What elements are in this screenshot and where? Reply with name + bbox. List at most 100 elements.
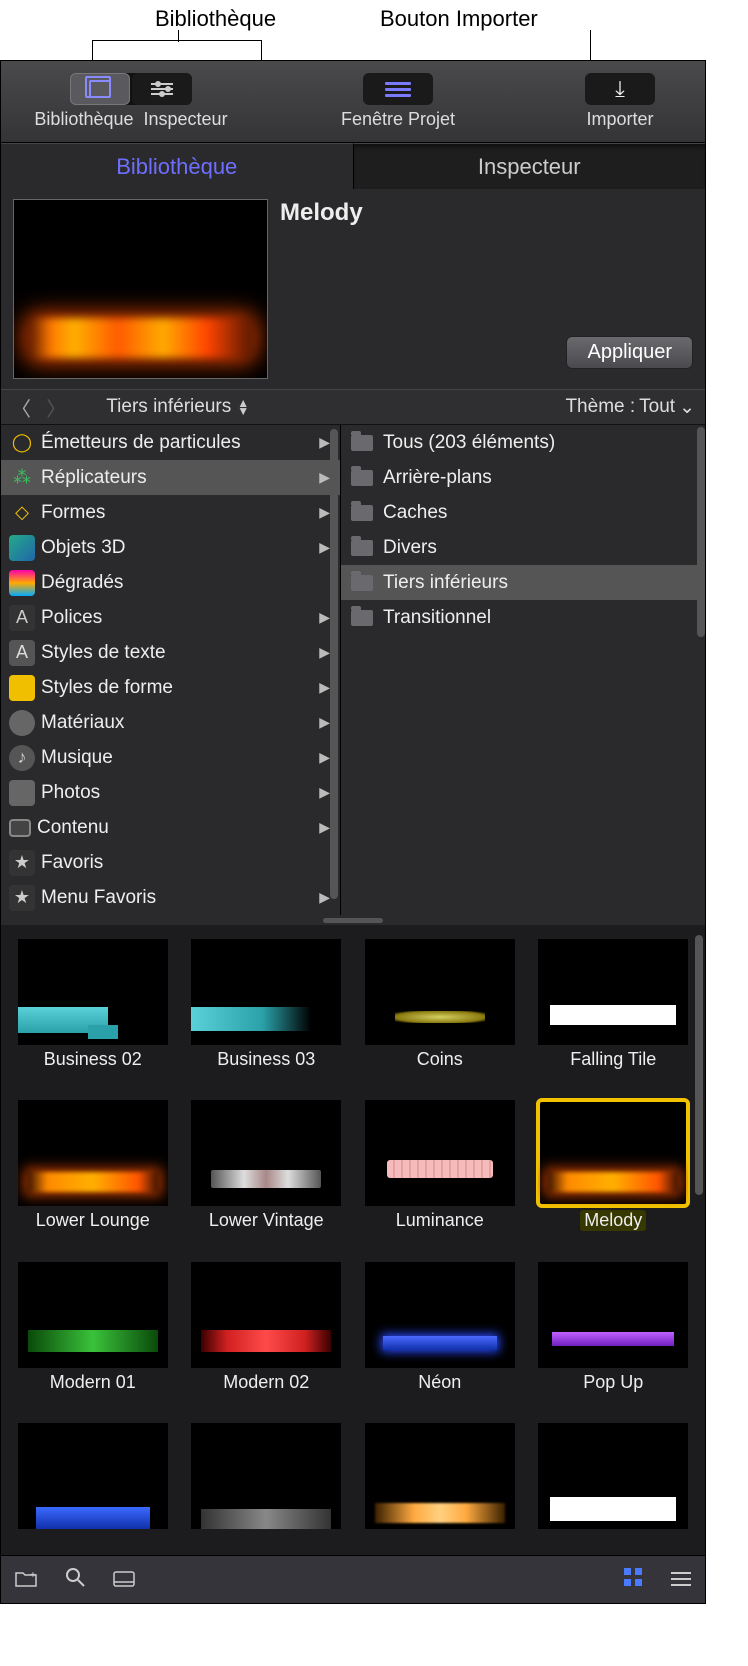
split-handle[interactable] <box>1 915 705 925</box>
grid-item-n-on[interactable]: Néon <box>358 1262 522 1415</box>
folder-tiers-inf-rieurs[interactable]: Tiers inférieurs <box>341 565 705 600</box>
grid-item[interactable] <box>185 1423 349 1555</box>
item-thumbnail <box>538 939 688 1045</box>
tab-library[interactable]: Bibliothèque <box>1 143 353 189</box>
category-styles-de-forme[interactable]: Styles de forme ▶ <box>1 670 340 705</box>
grid-item[interactable] <box>358 1423 522 1555</box>
category-icon: ◯ <box>9 430 35 456</box>
category-polices[interactable]: APolices▶ <box>1 600 340 635</box>
item-label: Business 03 <box>217 1049 315 1070</box>
folder-tous-203-l-ments-[interactable]: Tous (203 éléments) <box>341 425 705 460</box>
item-label: Luminance <box>396 1210 484 1231</box>
category-icon <box>9 535 35 561</box>
category-label: Styles de forme <box>41 677 173 699</box>
item-label: Business 02 <box>44 1049 142 1070</box>
category-icon <box>9 675 35 701</box>
chevron-right-icon: ▶ <box>319 609 330 626</box>
category-objets-3d[interactable]: Objets 3D▶ <box>1 530 340 565</box>
category-mat-riaux[interactable]: Matériaux▶ <box>1 705 340 740</box>
item-thumbnail <box>538 1262 688 1368</box>
category-photos[interactable]: Photos▶ <box>1 775 340 810</box>
category-r-plicateurs[interactable]: ⁂Réplicateurs▶ <box>1 460 340 495</box>
grid-item-business-03[interactable]: Business 03 <box>185 939 349 1092</box>
folder-label: Caches <box>383 502 447 524</box>
grid-item[interactable] <box>532 1423 696 1555</box>
folder-icon <box>351 505 373 521</box>
chevron-right-icon: ▶ <box>319 644 330 661</box>
bin-button[interactable] <box>113 1567 135 1593</box>
folder-icon <box>351 435 373 451</box>
item-label: Lower Vintage <box>209 1210 324 1231</box>
nav-back-button[interactable]: 〈 <box>11 399 31 421</box>
scrollbar[interactable] <box>697 427 705 637</box>
category--metteurs-de-particules[interactable]: ◯ Émetteurs de particules ▶ <box>1 425 340 460</box>
item-thumbnail <box>538 1100 688 1206</box>
item-thumbnail <box>365 939 515 1045</box>
grid-item-lower-lounge[interactable]: Lower Lounge <box>11 1100 175 1253</box>
toolbar-import-label: Importer <box>586 109 653 130</box>
grid-item[interactable] <box>11 1423 175 1555</box>
library-toggle-button[interactable] <box>70 73 130 105</box>
theme-popup[interactable]: Thème : Tout ⌄ <box>565 396 695 419</box>
category-label: Menu Favoris <box>41 887 156 909</box>
category-icon: A <box>9 640 35 666</box>
callout-annotations: Bibliothèque Bouton Importer <box>0 0 748 60</box>
grid-item-falling-tile[interactable]: Falling Tile <box>532 939 696 1092</box>
category-d-grad-s[interactable]: Dégradés <box>1 565 340 600</box>
folder-divers[interactable]: Divers <box>341 530 705 565</box>
item-thumbnail <box>191 1262 341 1368</box>
item-thumbnail <box>365 1423 515 1529</box>
category-favoris[interactable]: ★Favoris <box>1 845 340 880</box>
category-label: Favoris <box>41 852 103 874</box>
apply-button[interactable]: Appliquer <box>566 336 693 369</box>
grid-item-melody[interactable]: Melody <box>532 1100 696 1253</box>
folder-arri-re-plans[interactable]: Arrière-plans <box>341 460 705 495</box>
folder-caches[interactable]: Caches <box>341 495 705 530</box>
grid-view-button[interactable] <box>623 1567 643 1593</box>
category-label: Polices <box>41 607 102 629</box>
grid-item-pop-up[interactable]: Pop Up <box>532 1262 696 1415</box>
items-grid: Business 02 Business 03 CoinsFalling Tile L… <box>1 925 705 1555</box>
nav-forward-button[interactable]: 〉 <box>46 399 66 421</box>
folder-column: Tous (203 éléments)Arrière-plans Caches Di… <box>341 425 705 915</box>
project-window-button[interactable] <box>363 73 433 105</box>
grid-item-luminance[interactable]: Luminance <box>358 1100 522 1253</box>
grid-item-lower-vintage[interactable]: Lower Vintage <box>185 1100 349 1253</box>
grid-item-coins[interactable]: Coins <box>358 939 522 1092</box>
chevron-right-icon: ▶ <box>319 434 330 451</box>
preview-area: Melody Appliquer <box>1 189 705 389</box>
tab-inspector[interactable]: Inspecteur <box>353 143 706 189</box>
path-popup[interactable]: Tiers inférieurs ▲▼ <box>106 396 249 418</box>
folder-label: Tiers inférieurs <box>383 572 508 594</box>
item-thumbnail <box>18 1262 168 1368</box>
folder-transitionnel[interactable]: Transitionnel <box>341 600 705 635</box>
chevron-right-icon: ▶ <box>319 469 330 486</box>
category-label: Formes <box>41 502 105 524</box>
folder-icon <box>351 610 373 626</box>
item-label: Lower Lounge <box>36 1210 150 1231</box>
search-button[interactable] <box>65 1567 85 1593</box>
item-thumbnail <box>365 1100 515 1206</box>
item-label: Melody <box>580 1210 646 1231</box>
category-menu-favoris[interactable]: ★Menu Favoris▶ <box>1 880 340 915</box>
category-icon <box>9 570 35 596</box>
category-icon: ⁂ <box>9 465 35 491</box>
category-formes[interactable]: ◇Formes▶ <box>1 495 340 530</box>
new-folder-button[interactable]: + <box>15 1567 37 1593</box>
category-styles-de-texte[interactable]: AStyles de texte▶ <box>1 635 340 670</box>
category-musique[interactable]: ♪Musique▶ <box>1 740 340 775</box>
grid-item-modern-01[interactable]: Modern 01 <box>11 1262 175 1415</box>
scrollbar[interactable] <box>695 935 703 1195</box>
chevron-right-icon: ▶ <box>319 679 330 696</box>
toolbar-project-label: Fenêtre Projet <box>341 109 455 130</box>
list-view-button[interactable] <box>671 1567 691 1593</box>
grid-item-modern-02[interactable]: Modern 02 <box>185 1262 349 1415</box>
preview-thumbnail <box>13 199 268 379</box>
item-thumbnail <box>191 1423 341 1529</box>
item-label: Modern 02 <box>223 1372 309 1393</box>
category-contenu[interactable]: Contenu▶ <box>1 810 340 845</box>
inspector-toggle-button[interactable] <box>132 73 192 105</box>
category-label: Émetteurs de particules <box>41 432 241 454</box>
grid-item-business-02[interactable]: Business 02 <box>11 939 175 1092</box>
import-button[interactable]: ⤓ <box>585 73 655 105</box>
